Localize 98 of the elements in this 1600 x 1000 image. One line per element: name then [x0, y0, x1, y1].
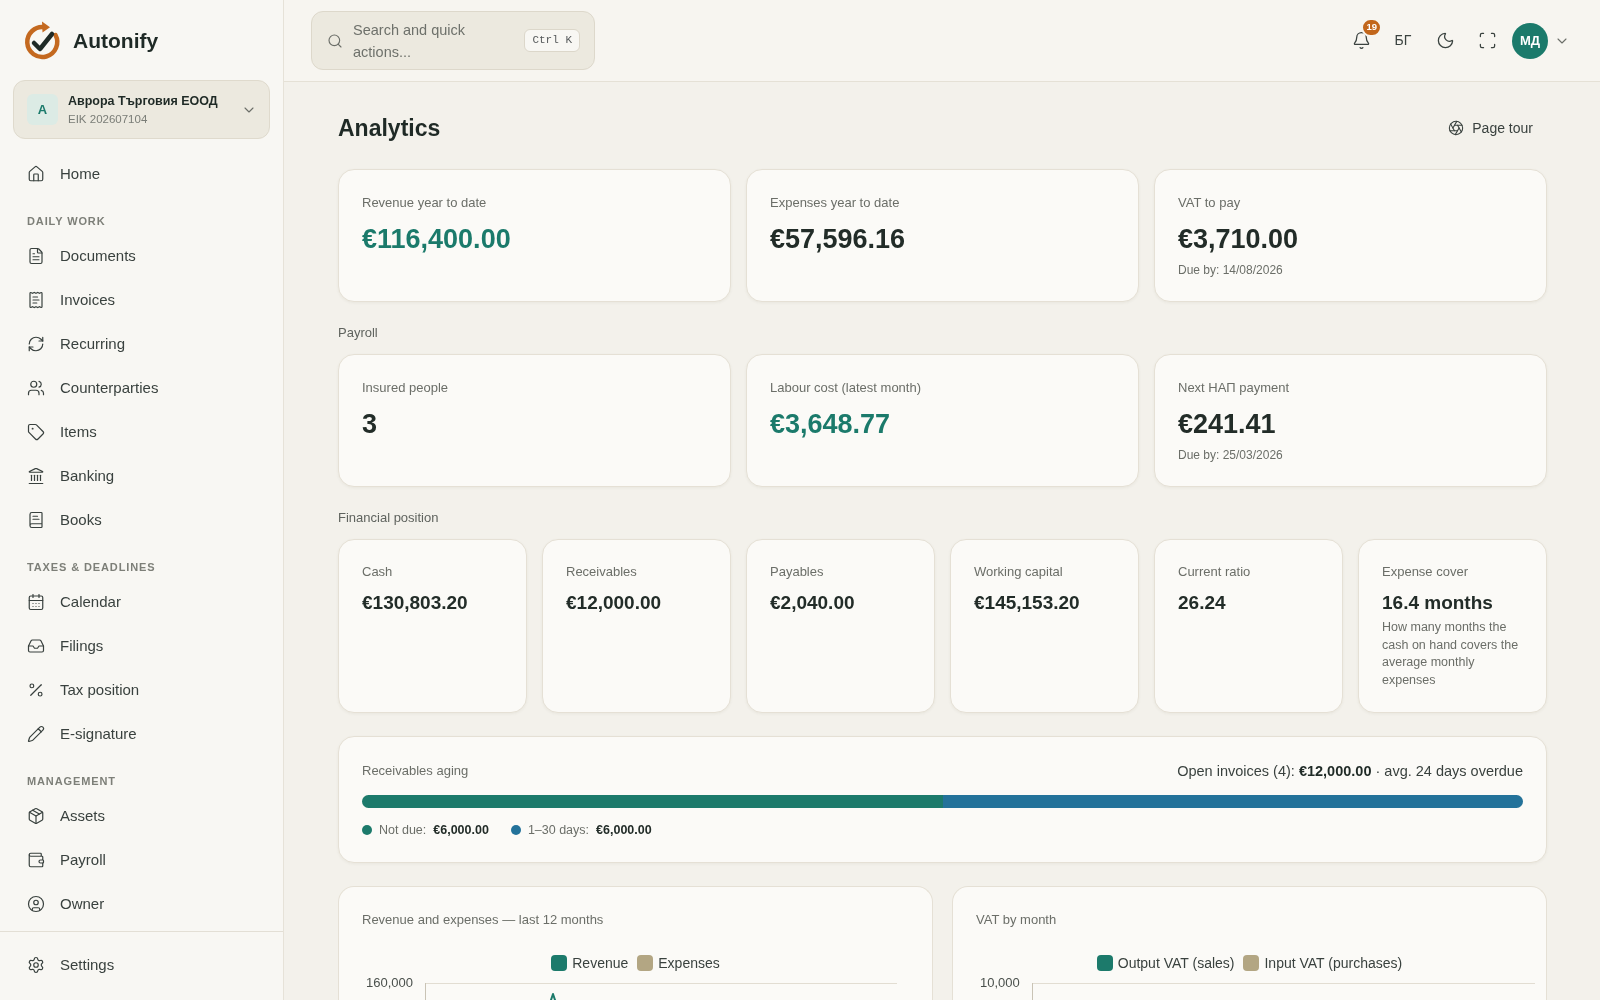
percent-icon [27, 681, 45, 699]
book-icon [27, 511, 45, 529]
axis-tick-label: 160,000 [366, 975, 413, 991]
section-heading: Payroll [338, 325, 379, 341]
search-input[interactable]: Search and quick actions... [353, 18, 503, 63]
sidebar-item[interactable]: Assets [13, 794, 270, 838]
kpi-value: 3 [362, 408, 379, 440]
kpi-value: €3,710.00 [1178, 223, 1300, 255]
kpi-value: €145,153.20 [974, 591, 1081, 615]
sidebar-item[interactable]: E-signature [13, 712, 270, 756]
refresh-arrows-icon [27, 335, 45, 353]
company-id: EIK 202607104 [68, 111, 149, 127]
kpi-description: How many months the cash on hand covers the average monthly expenses [1382, 619, 1520, 689]
document-icon [27, 247, 45, 265]
user-avatar: МД [1512, 22, 1548, 59]
sidebar-item[interactable]: Settings [13, 943, 270, 987]
user-circle-icon [27, 895, 45, 913]
calendar-icon [27, 593, 45, 611]
sidebar-item[interactable]: Recurring [13, 322, 270, 366]
sidebar-item[interactable]: Tax position [13, 668, 270, 712]
shortcut-key: Ctrl K [524, 29, 580, 52]
wallet-icon [27, 851, 45, 869]
sidebar-item[interactable]: Books [13, 498, 270, 542]
search-bar[interactable]: Search and quick actions... Ctrl K [311, 11, 595, 70]
users-icon [27, 379, 45, 397]
kpi-value: €12,000.00 [566, 591, 663, 615]
legend-label: Input VAT (purchases) [1264, 953, 1403, 973]
sidebar-item[interactable]: Documents [13, 234, 270, 278]
company-selector[interactable]: A Аврора Търговия ЕООД EIK 202607104 [13, 80, 270, 139]
tag-icon [27, 423, 45, 441]
card-title: Revenue and expenses — last 12 months [362, 912, 605, 928]
brand-name: Autonify [73, 28, 159, 55]
language-button[interactable]: БГ [1385, 22, 1421, 59]
legend-label: Expenses [658, 953, 720, 973]
kpi-label: Expenses year to date [770, 195, 901, 211]
legend-label: Not due: [379, 821, 427, 839]
page-title: Analytics [338, 113, 441, 143]
kpi-value: €130,803.20 [362, 591, 469, 615]
aperture-icon [1448, 120, 1465, 136]
kpi-value: €57,596.16 [770, 223, 907, 255]
section-heading: TAXES & DEADLINES [26, 560, 157, 574]
receipt-icon [27, 291, 45, 309]
inbox-tray-icon [27, 637, 45, 655]
expand-corners-icon [1477, 31, 1497, 50]
settings-icon [27, 956, 45, 974]
pencil-icon [27, 725, 45, 743]
kpi-label: Insured people [362, 380, 449, 396]
kpi-note: Due by: 25/03/2026 [1178, 447, 1284, 463]
sidebar-item[interactable]: Home [13, 152, 270, 196]
sidebar-item[interactable]: Invoices [13, 278, 270, 322]
kpi-note: Due by: 14/08/2026 [1178, 262, 1284, 278]
bank-icon [27, 467, 45, 485]
card-title: Receivables aging [362, 763, 469, 779]
kpi-label: Revenue year to date [362, 195, 488, 211]
kpi-value: 26.24 [1178, 591, 1227, 615]
legend-label: Output VAT (sales) [1117, 953, 1235, 973]
section-heading: MANAGEMENT [26, 774, 117, 788]
bell-icon [1351, 31, 1371, 50]
kpi-label: Labour cost (latest month) [770, 380, 923, 396]
kpi-label: Expense cover [1382, 564, 1469, 580]
sidebar-item[interactable]: Counterparties [13, 366, 270, 410]
legend-label: 1–30 days: [527, 821, 590, 839]
notification-badge: 19 [1361, 17, 1382, 37]
kpi-label: Payables [770, 564, 825, 580]
sidebar-item[interactable]: Payroll [13, 838, 270, 882]
card-title: VAT by month [976, 912, 1058, 928]
kpi-value: €116,400.00 [362, 223, 512, 255]
kpi-value: €3,648.77 [770, 408, 892, 440]
sidebar-item[interactable]: Owner [13, 882, 270, 926]
kpi-label: Working capital [974, 564, 1064, 580]
sidebar-item[interactable]: Calendar [13, 580, 270, 624]
aging-summary: Open invoices (4): €12,000.00 · avg. 24 days overdue [1177, 763, 1523, 779]
legend-label: Revenue [572, 953, 629, 973]
user-menu-button[interactable]: МД [1512, 22, 1570, 59]
moon-icon [1435, 31, 1455, 50]
section-heading: Financial position [338, 510, 440, 526]
search-icon [327, 32, 343, 49]
sidebar-item[interactable]: Banking [13, 454, 270, 498]
company-name: Аврора Търговия ЕООД [68, 92, 218, 110]
axis-tick-label: 10,000 [980, 975, 1020, 991]
box-icon [27, 807, 45, 825]
kpi-label: Current ratio [1178, 564, 1252, 580]
kpi-value: 16.4 months [1382, 591, 1494, 615]
kpi-label: Cash [362, 564, 394, 580]
kpi-label: Next НАП payment [1178, 380, 1291, 396]
kpi-value: €2,040.00 [770, 591, 856, 615]
page-tour-button[interactable]: Page tour [1434, 111, 1547, 145]
sidebar-item[interactable]: Filings [13, 624, 270, 668]
company-avatar: A [27, 94, 58, 125]
logo-icon [22, 20, 62, 62]
kpi-label: Receivables [566, 564, 638, 580]
home-icon [27, 165, 45, 183]
sidebar-item[interactable]: Items [13, 410, 270, 454]
kpi-label: VAT to pay [1178, 195, 1242, 211]
section-heading: DAILY WORK [26, 214, 107, 228]
legend-value: €6,000.00 [433, 821, 489, 839]
legend-value: €6,000.00 [596, 821, 652, 839]
kpi-value: €241.41 [1178, 408, 1277, 440]
